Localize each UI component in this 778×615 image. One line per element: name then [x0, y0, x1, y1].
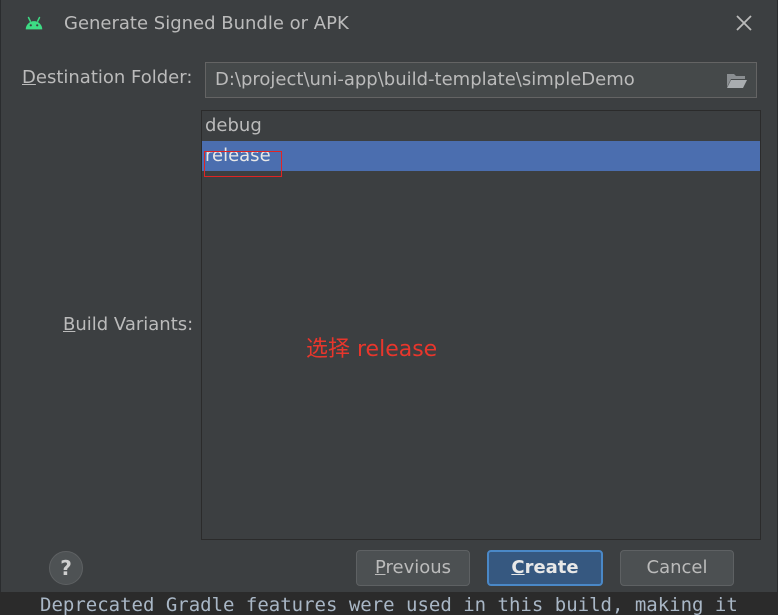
annotation-text: 选择 release	[306, 337, 438, 362]
generate-signed-bundle-dialog: Generate Signed Bundle or APK Destinatio…	[0, 0, 778, 592]
list-item-debug[interactable]: debug	[202, 111, 760, 141]
close-icon[interactable]	[731, 10, 757, 36]
previous-button[interactable]: Previous	[356, 550, 470, 586]
build-variants-label: Build Variants:	[63, 314, 194, 335]
destination-folder-value[interactable]: D:\project\uni-app\build-template\simple…	[215, 69, 635, 90]
android-icon	[25, 16, 43, 30]
list-item-release[interactable]: release	[202, 141, 760, 171]
title-bar: Generate Signed Bundle or APK	[1, 0, 777, 50]
build-variants-list[interactable]: debug release	[201, 110, 761, 540]
folder-icon[interactable]	[725, 70, 749, 90]
create-button-label: reate	[524, 557, 579, 578]
cancel-button[interactable]: Cancel	[620, 550, 734, 586]
help-button[interactable]: ?	[49, 551, 83, 585]
highlight-box	[204, 151, 282, 177]
destination-folder-label-text: estination Folder:	[35, 67, 193, 88]
previous-button-label: revious	[385, 557, 452, 578]
dialog-title: Generate Signed Bundle or APK	[64, 13, 349, 34]
build-variants-label-text: uild Variants:	[75, 314, 194, 335]
destination-folder-label: Destination Folder:	[22, 67, 193, 88]
destination-folder-field[interactable]: D:\project\uni-app\build-template\simple…	[205, 62, 757, 98]
create-button[interactable]: Create	[487, 550, 603, 586]
background-console-text: Deprecated Gradle features were used in …	[40, 594, 738, 615]
